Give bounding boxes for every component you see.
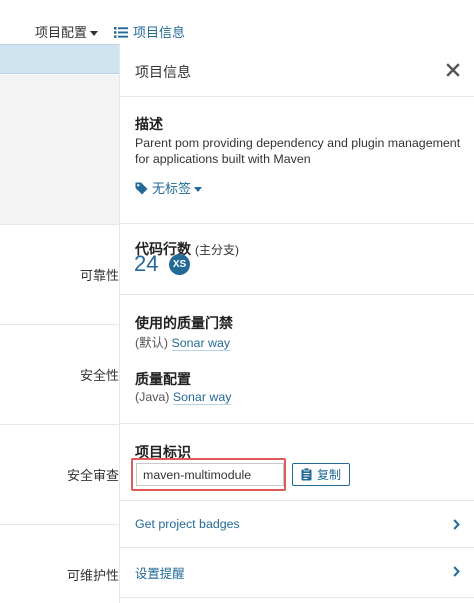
chevron-right-icon[interactable] [453,519,460,530]
project-info-panel: 项目信息 描述 Parent pom providing dependency … [119,44,474,603]
project-info-link[interactable]: 项目信息 [114,22,185,41]
close-icon[interactable] [446,63,460,77]
project-info-label: 项目信息 [133,25,186,40]
project-key-heading: 项目标识 [135,444,191,460]
clipboard-icon [301,468,312,481]
notifications-row[interactable]: 设置提醒 [120,548,474,598]
metric-row-security-review[interactable]: 安全审查 [0,424,120,524]
gray-panel [0,75,120,224]
quality-profile-line: (Java) Sonar way [135,390,232,405]
caret-down-icon [90,31,99,37]
loc-branch-label: (主分支) [195,243,239,257]
tag-icon [135,182,148,195]
top-navigation-bar: 项目配置 项目信息 [0,0,474,44]
metric-label: 安全性 [79,368,119,383]
project-config-menu[interactable]: 项目配置 [35,22,99,41]
metric-label: 可维护性 [66,568,119,583]
project-key-section: 项目标识 复制 [120,424,474,501]
metric-label: 安全审查 [66,468,119,483]
quality-gate-heading: 使用的质量门禁 [135,315,233,331]
metric-row-security[interactable]: 安全性 [0,324,120,424]
metric-label: 可靠性 [79,268,119,283]
notifications-link[interactable]: 设置提醒 [135,564,185,582]
description-heading: 描述 [135,116,163,132]
quality-profile-prefix: (Java) [135,390,170,404]
badges-row[interactable]: Get project badges [120,501,474,548]
size-rating-badge: XS [169,254,190,275]
get-badges-link[interactable]: Get project badges [135,517,240,531]
panel-header: 项目信息 [120,44,474,97]
metric-row-reliability[interactable]: 可靠性 [0,224,120,324]
project-config-label: 项目配置 [35,25,88,40]
copy-button[interactable]: 复制 [292,463,351,486]
caret-down-icon [194,187,203,193]
quality-profile-heading: 质量配置 [135,371,191,387]
project-key-input[interactable] [136,463,284,486]
chevron-right-icon[interactable] [453,566,460,577]
lines-of-code-section: 代码行数 (主分支) 24 XS [120,224,474,295]
quality-gate-line: (默认) Sonar way [135,333,231,351]
background-page: 可靠性 安全性 安全审查 可维护性 [0,44,120,603]
quality-profile-link[interactable]: Sonar way [172,390,232,405]
description-section: 描述 Parent pom providing dependency and p… [120,97,474,224]
tags-dropdown[interactable]: 无标签 [135,178,203,197]
quality-gate-prefix: (默认) [135,336,169,350]
selected-row [0,44,120,74]
tags-label: 无标签 [152,181,192,196]
quality-section: 使用的质量门禁 (默认) Sonar way 质量配置 (Java) Sonar… [120,295,474,424]
quality-gate-link[interactable]: Sonar way [171,336,231,351]
description-text: Parent pom providing dependency and plug… [135,136,461,166]
metric-row-maintainability[interactable]: 可维护性 [0,524,120,603]
list-icon [114,27,128,38]
panel-title: 项目信息 [135,64,191,80]
loc-value-link[interactable]: 24 [134,251,158,277]
copy-label: 复制 [317,468,342,482]
